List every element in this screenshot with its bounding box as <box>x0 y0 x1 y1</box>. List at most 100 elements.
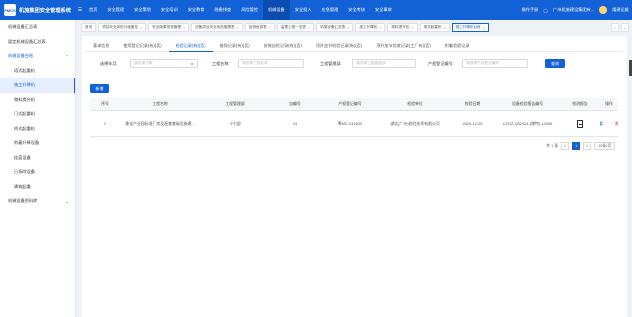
tag-label: 施工升降机 <box>359 25 378 29</box>
org-selector[interactable]: 广州机施建设集团有... <box>553 7 594 13</box>
sidebar-item[interactable]: 挂篮设备 <box>0 151 75 166</box>
avatar[interactable] <box>599 6 608 14</box>
project-input[interactable]: 请选择工程名称 <box>238 59 304 68</box>
cell-report-no: CZGZ-Q02024-(博特)-12009 <box>502 121 553 126</box>
tag-label: 监理工程一览表 <box>280 25 306 29</box>
close-icon[interactable]: × <box>347 26 349 30</box>
tag-tab[interactable]: 物料提升机 × <box>387 23 418 32</box>
date-placeholder: 请选择日期 <box>134 61 153 65</box>
sidebar-item[interactable]: 固定机械设备汇总表 <box>0 35 75 50</box>
view-button[interactable]: 查看 <box>600 121 603 127</box>
chevron-down-icon: ⌄ <box>408 61 412 66</box>
tag-tab[interactable]: 监理工程一览表 × <box>276 23 315 32</box>
sidebar-item[interactable]: 物料提升机 <box>0 93 75 108</box>
record-tab[interactable]: 使用登记记录(有)(否) <box>116 40 168 52</box>
sidebar-item-label: 门式起重机 <box>14 111 35 117</box>
nav-item[interactable]: 机械设备 <box>262 0 290 20</box>
close-icon[interactable]: × <box>237 26 239 30</box>
close-icon[interactable]: × <box>379 26 381 30</box>
sidebar-item[interactable]: 机械设备台账 ⌃ <box>0 49 75 64</box>
close-icon[interactable]: × <box>140 26 142 30</box>
sidebar-item[interactable]: 塔式起重机 <box>0 64 75 79</box>
nav-item[interactable]: 风险管控 <box>236 0 263 20</box>
nav-item[interactable]: 安全考核 <box>343 0 370 20</box>
nav-item[interactable]: 应急管理 <box>317 0 344 20</box>
document-icon[interactable] <box>577 119 583 128</box>
tag-label: 检测信息表 <box>248 25 267 29</box>
record-tab[interactable]: 检验记录(有)(否) <box>168 40 213 52</box>
column-header: 工程名称 <box>152 101 168 106</box>
close-icon[interactable]: × <box>411 26 413 30</box>
next-page-button[interactable]: > <box>583 142 592 150</box>
column-header: 操作 <box>605 101 613 106</box>
record-tab[interactable]: 附着验收记录 <box>438 40 477 52</box>
tag-tab[interactable]: 机械设备汇总表 × <box>316 23 354 32</box>
close-icon[interactable]: × <box>183 26 185 30</box>
record-tab[interactable]: 维保记录(有)(否) <box>213 40 257 52</box>
cell-unit: 湖北(广州)检验技术有限公司 <box>390 121 440 126</box>
nav-item[interactable]: 隐患排查 <box>209 0 236 20</box>
nav-item[interactable]: 首页 <box>84 0 102 20</box>
nav-item[interactable]: 安全策划 <box>129 0 156 20</box>
tag-tab[interactable]: 项目安全风险分级管控 × <box>98 23 147 32</box>
prev-page-button[interactable]: < <box>561 142 570 150</box>
sidebar-item[interactable]: 附着升降设备 <box>0 136 75 151</box>
user-name[interactable]: 隆建运维 <box>612 7 629 13</box>
close-icon[interactable]: × <box>269 26 271 30</box>
total-count: 共 1 条 <box>546 143 559 148</box>
tag-tab[interactable]: 施工升降机台账 × <box>451 23 489 32</box>
date-picker[interactable]: 请选择日期 ▦ <box>130 59 198 68</box>
record-tab[interactable]: 顶升加节检验记录(有)(否) <box>309 40 369 52</box>
close-icon[interactable]: × <box>443 26 445 30</box>
delete-button[interactable]: 删除 <box>615 121 618 127</box>
tag-label: 机械设备汇总表 <box>320 25 346 29</box>
tag-tab[interactable]: 检测信息表 × <box>244 23 275 32</box>
tag-tab[interactable]: 首页 <box>81 23 97 32</box>
reg-input[interactable]: 请选择产权登记编号 <box>462 59 528 68</box>
sidebar-item[interactable]: 门式起重机 <box>0 107 75 122</box>
nav-item[interactable]: 安全事故 <box>370 0 397 20</box>
bell-icon[interactable]: ◯ <box>543 8 548 13</box>
manager-label: 工程管理部: <box>320 61 342 66</box>
nav-item[interactable]: 安全管理 <box>102 0 129 20</box>
close-icon[interactable]: × <box>483 26 485 30</box>
cell-project: 珠宝产业园标准厂房及配套基础设施建... <box>125 120 195 126</box>
tag-scroll-icon[interactable]: › <box>611 23 619 32</box>
table-row: 1 珠宝产业园标准厂房及配套基础设施建... 十七部 24 粤MC-S11620 湖北(广… <box>90 111 618 137</box>
nav-item[interactable]: 安全培训 <box>156 0 183 20</box>
column-header: 工程管理部 <box>225 101 245 106</box>
manual-link[interactable]: 操作手册 <box>522 7 539 13</box>
page-size-select[interactable]: 10条/页 <box>594 142 615 150</box>
record-tab[interactable]: 基本信息 <box>86 40 116 52</box>
sidebar-item[interactable]: 施工升降机 <box>0 78 75 93</box>
column-header: 检测报告 <box>572 101 588 106</box>
project-label: 工程名称: <box>212 61 230 66</box>
record-tab[interactable]: 顶升加节验收记录(工厂有)(否) <box>369 40 438 52</box>
sidebar-item[interactable]: 桥式起重机 <box>0 122 75 137</box>
tag-tab[interactable]: 设备项目安全危险管理表 × <box>191 23 243 32</box>
tag-tab[interactable]: 塔式起重机 × <box>419 23 450 32</box>
page-number-button[interactable]: 1 <box>572 142 581 150</box>
tag-bar-controls: › ⌄ <box>611 23 629 32</box>
sidebar-item-label: 挂篮设备 <box>14 154 31 160</box>
tag-menu-icon[interactable]: ⌄ <box>621 23 629 32</box>
add-button[interactable]: 新增 <box>90 84 109 93</box>
manager-select[interactable]: 请选择工程管理部 ⌄ <box>352 59 416 68</box>
logo-mark: PMCS <box>4 4 16 16</box>
query-button[interactable]: 查询 <box>545 59 565 68</box>
sidebar-item[interactable]: 机械设备资料库 ⌄ <box>0 194 75 209</box>
app-logo[interactable]: PMCS 机施集团安全管理系统 <box>0 0 76 20</box>
record-tab[interactable]: 安装自检记录(有)(否) <box>257 40 309 52</box>
nav-item[interactable]: 安全投入 <box>290 0 317 20</box>
tag-tab[interactable]: 安全隐患排查管理 × <box>148 23 190 32</box>
sidebar-item[interactable]: 机械设备汇总表 <box>0 20 75 35</box>
menu-toggle-icon[interactable]: ☰ <box>76 0 84 20</box>
tag-tab[interactable]: 施工升降机 × <box>355 23 386 32</box>
close-icon[interactable]: × <box>308 26 310 30</box>
sidebar-item[interactable]: 建筑起重 <box>0 180 75 195</box>
nav-item[interactable]: 安全教育 <box>183 0 210 20</box>
tag-label: 项目安全风险分级管控 <box>102 25 139 29</box>
sidebar-item-label: 机械设备汇总表 <box>8 24 38 30</box>
sidebar-item[interactable]: 已拆除设备 <box>0 165 75 180</box>
sidebar-item-label: 机械设备资料库 <box>8 198 38 204</box>
